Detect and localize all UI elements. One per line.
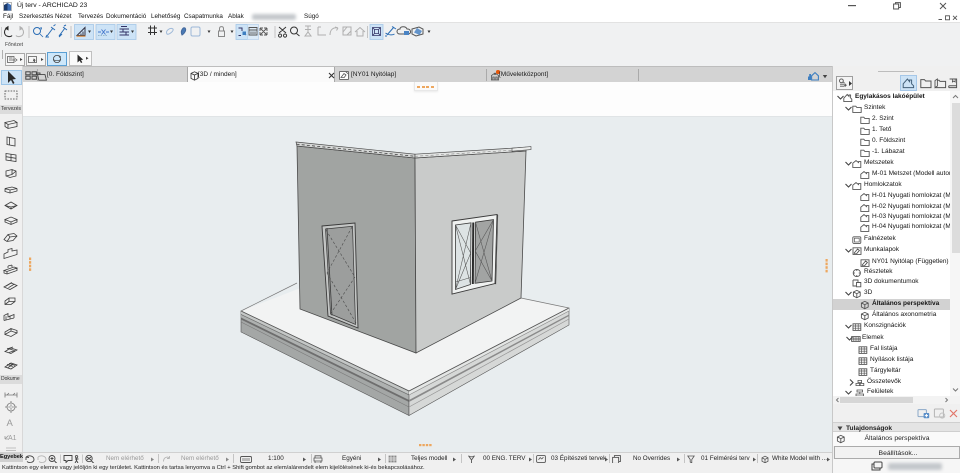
svg-text:A: A: [7, 418, 14, 429]
svg-text:A1: A1: [8, 435, 17, 442]
